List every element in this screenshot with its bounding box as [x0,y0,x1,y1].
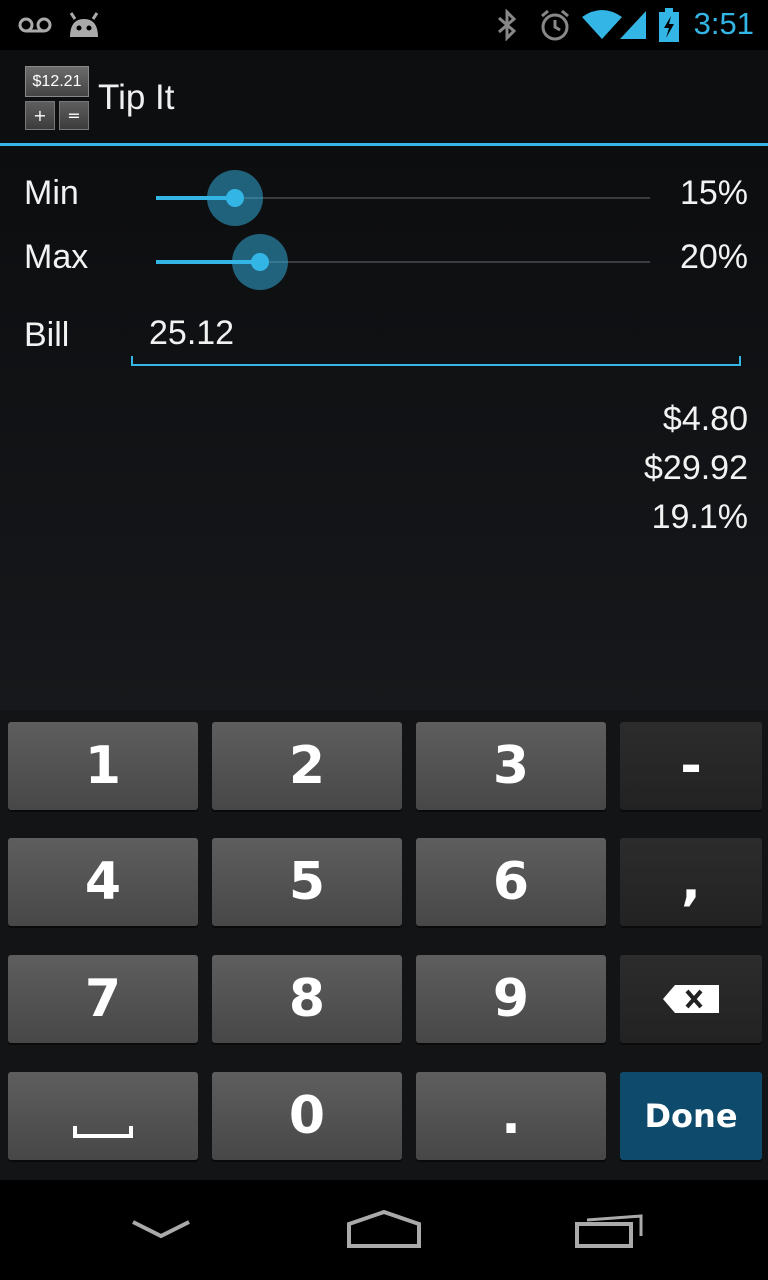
total-amount: $29.92 [644,449,748,487]
key-3[interactable]: 3 [416,722,606,810]
key-6[interactable]: 6 [416,838,606,926]
space-key[interactable] [8,1072,198,1160]
status-bar: 3:51 [0,0,768,50]
effective-percent: 19.1% [651,498,748,536]
key-7[interactable]: 7 [8,955,198,1043]
key-comma[interactable]: , [620,838,762,926]
app-icon-plus: + [25,101,55,130]
min-label: Min [24,174,79,212]
tip-form: Min 15% Max 20% Bill 25.12 $4.80 $29.92 … [0,146,768,710]
recent-apps-button[interactable] [545,1180,675,1280]
signal-icon [620,0,648,50]
backspace-key[interactable] [620,955,762,1043]
app-icon[interactable]: $12.21 + = [25,66,89,130]
tip-amount: $4.80 [662,400,748,438]
bill-input[interactable]: 25.12 [131,306,741,366]
app-icon-equals: = [59,101,89,130]
max-slider-thumb[interactable] [251,253,269,271]
key-0[interactable]: 0 [212,1072,402,1160]
key-2[interactable]: 2 [212,722,402,810]
back-icon [132,1220,190,1239]
navigation-bar [0,1180,768,1280]
space-bar-icon [73,1126,133,1138]
numeric-keyboard: 1 2 3 - 4 5 6 , 7 8 9 0 . Done [0,710,768,1180]
android-icon [66,0,102,50]
back-button[interactable] [96,1180,226,1280]
min-slider-thumb[interactable] [226,189,244,207]
status-time: 3:51 [693,6,754,41]
voicemail-icon [18,0,52,50]
home-icon [347,1210,421,1248]
recent-apps-icon [575,1214,643,1248]
key-minus[interactable]: - [620,722,762,810]
key-4[interactable]: 4 [8,838,198,926]
battery-charging-icon [658,0,680,50]
key-8[interactable]: 8 [212,955,402,1043]
home-button[interactable] [319,1180,449,1280]
bill-label: Bill [24,316,70,354]
action-bar: $12.21 + = Tip It [0,50,768,146]
key-period[interactable]: . [416,1072,606,1160]
min-value: 15% [679,174,748,212]
app-icon-price: $12.21 [25,66,89,97]
max-slider[interactable] [156,232,650,292]
max-value: 20% [679,238,748,276]
alarm-icon [538,0,572,50]
min-slider[interactable] [156,168,650,228]
backspace-icon [663,985,719,1013]
max-label: Max [24,238,89,276]
screen: 3:51 $12.21 + = Tip It Min 15% Max 20% B… [0,0,768,1280]
wifi-icon [582,0,622,50]
done-button[interactable]: Done [620,1072,762,1160]
key-5[interactable]: 5 [212,838,402,926]
bill-input-value[interactable]: 25.12 [149,314,234,353]
bluetooth-icon [496,0,518,50]
key-1[interactable]: 1 [8,722,198,810]
key-9[interactable]: 9 [416,955,606,1043]
app-title: Tip It [98,78,175,117]
